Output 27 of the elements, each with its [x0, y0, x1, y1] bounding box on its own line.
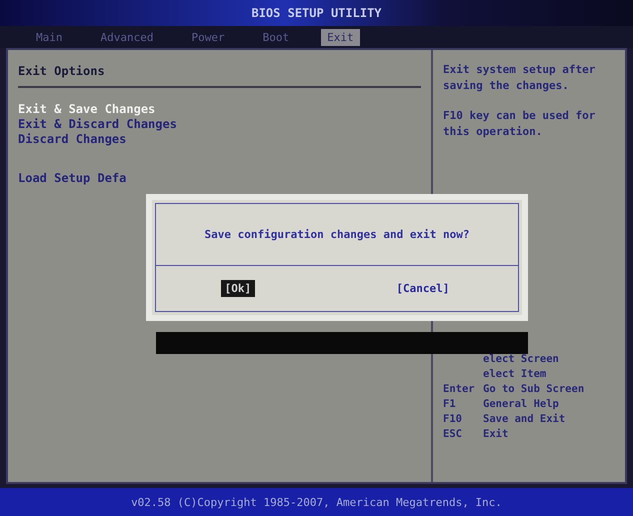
- key-name: ESC: [443, 428, 462, 440]
- menu-item[interactable]: Load Setup Defa: [18, 171, 126, 185]
- dialog-message: Save configuration changes and exit now?: [156, 200, 518, 266]
- tab[interactable]: Power: [185, 28, 231, 46]
- tab[interactable]: Exit: [321, 28, 360, 46]
- tab[interactable]: Main: [30, 28, 68, 46]
- dialog-button[interactable]: [Ok]: [220, 280, 256, 297]
- key-action: elect Screen: [483, 352, 559, 367]
- key-name: F1: [443, 398, 456, 410]
- tab[interactable]: Advanced: [94, 28, 160, 46]
- menu-item[interactable]: Exit & Discard Changes: [18, 117, 177, 131]
- key-action: Save and Exit: [483, 412, 566, 427]
- key-action: General Help: [483, 397, 559, 412]
- menu-item[interactable]: Discard Changes: [18, 132, 126, 146]
- dialog-button[interactable]: [Cancel]: [392, 280, 454, 297]
- key-name: Enter: [443, 383, 475, 395]
- section-title: Exit Options: [18, 64, 106, 78]
- tab[interactable]: Boot: [256, 28, 296, 46]
- help-text: Exit system setup after saving the changes.: [443, 62, 596, 94]
- key-action: elect Item: [483, 367, 546, 382]
- menu-item[interactable]: Exit & Save Changes: [18, 102, 156, 116]
- window-title: BIOS SETUP UTILITY: [251, 6, 382, 20]
- help-text: F10 key can be used for this operation.: [443, 108, 596, 140]
- key-action: Go to Sub Screen: [483, 382, 584, 397]
- copyright-text: v02.58 (C)Copyright 1985-2007, American Megatrends, Inc.: [131, 496, 502, 508]
- key-name: F10: [443, 413, 462, 425]
- key-action: Exit: [483, 427, 508, 442]
